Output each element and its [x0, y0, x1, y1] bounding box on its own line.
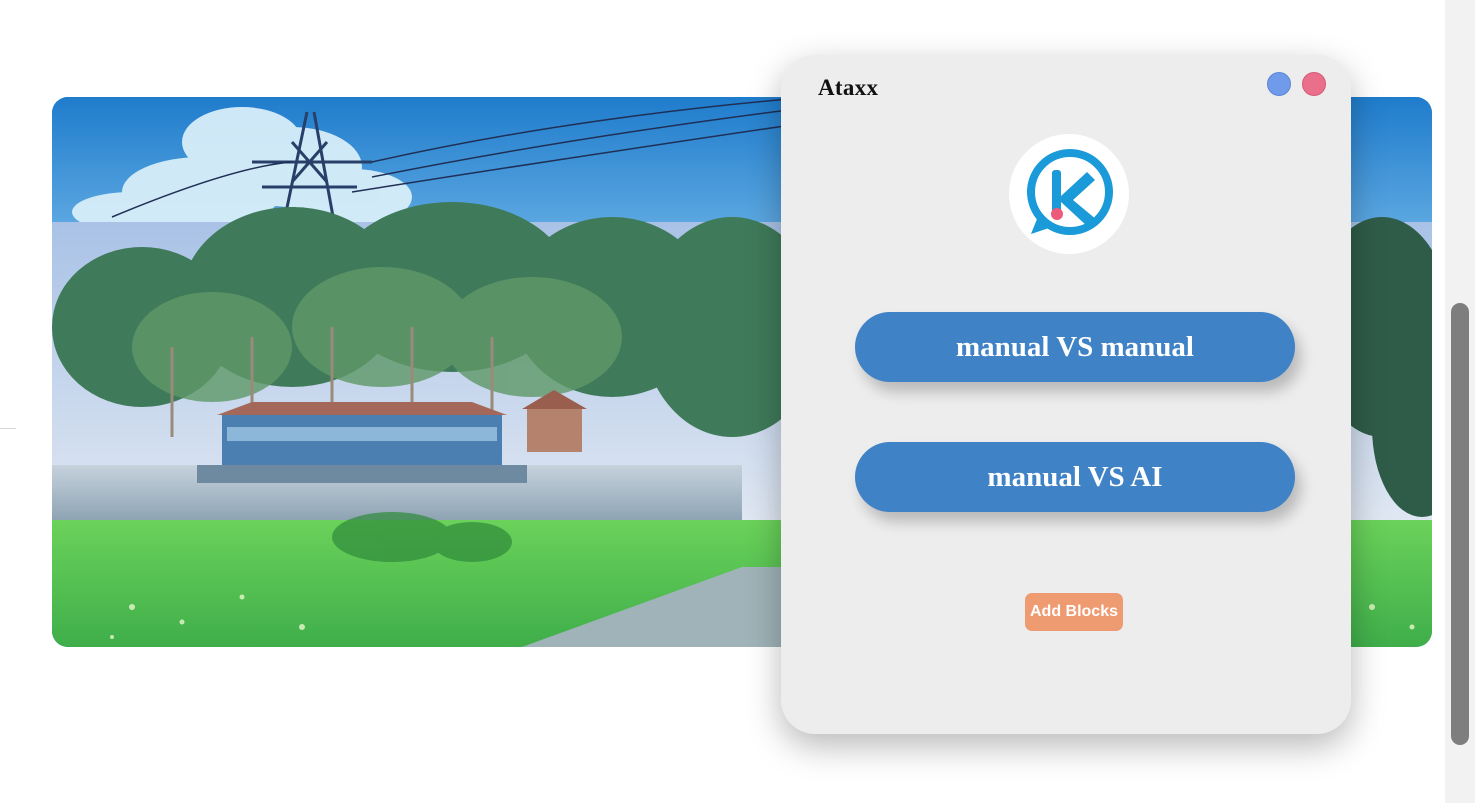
ataxx-menu-panel: Ataxx manual VS manual manual VS AI Add …	[781, 55, 1351, 734]
k-chat-logo-icon	[1027, 149, 1113, 235]
scrollbar-thumb[interactable]	[1451, 303, 1469, 745]
add-blocks-button[interactable]: Add Blocks	[1025, 593, 1123, 631]
page: Ataxx manual VS manual manual VS AI Add …	[0, 0, 1475, 803]
manual-vs-manual-button[interactable]: manual VS manual	[855, 312, 1295, 382]
app-logo	[1009, 134, 1129, 254]
minimize-button[interactable]	[1267, 72, 1291, 96]
panel-title: Ataxx	[818, 75, 879, 100]
edge-divider	[0, 428, 16, 429]
close-button[interactable]	[1302, 72, 1326, 96]
manual-vs-ai-button[interactable]: manual VS AI	[855, 442, 1295, 512]
